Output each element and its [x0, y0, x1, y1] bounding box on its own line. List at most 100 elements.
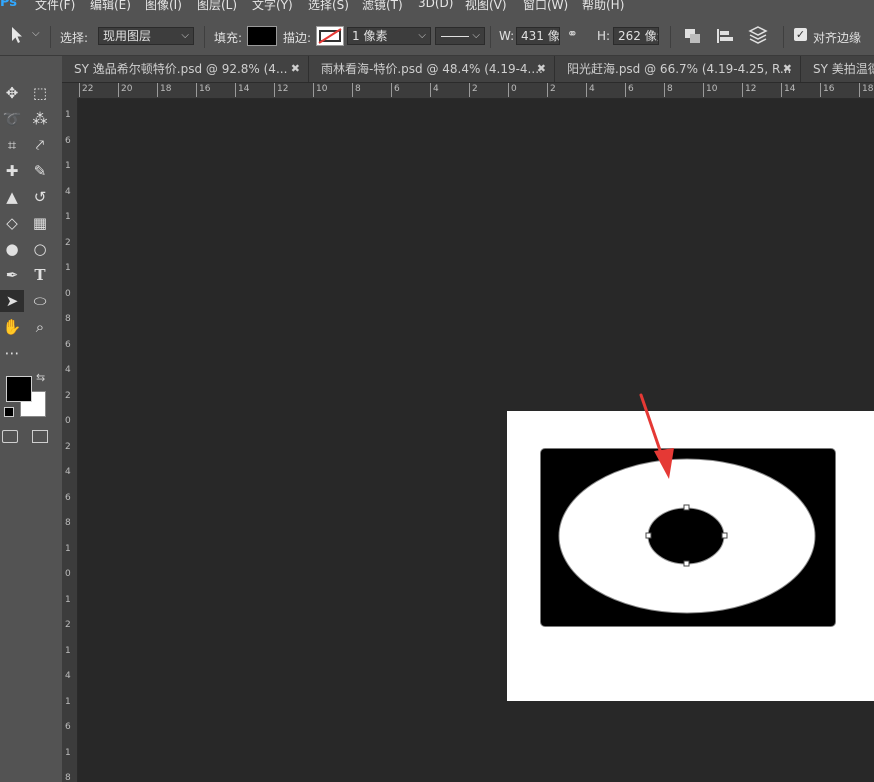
- more-tools-icon[interactable]: ⋯: [0, 342, 24, 364]
- gradient-tool-icon[interactable]: ▦: [28, 212, 52, 234]
- ruler-number: 16: [823, 84, 835, 94]
- divider: [490, 26, 491, 48]
- ruler-tick: [742, 83, 743, 97]
- eraser-tool-icon[interactable]: ◇: [0, 212, 24, 234]
- path-operations-icon[interactable]: [684, 28, 702, 47]
- vertical-ruler[interactable]: 161412108642024681012141618: [62, 98, 78, 782]
- select-target-dropdown[interactable]: 现用图层 ⌵: [98, 27, 194, 45]
- brush-tool-icon[interactable]: ✎: [28, 160, 52, 182]
- width-value: 431 像素: [521, 29, 560, 43]
- ruler-number: 8: [355, 84, 361, 94]
- width-field[interactable]: 431 像素: [516, 27, 560, 45]
- path-arrangement-icon[interactable]: [748, 25, 768, 48]
- ruler-number: 6: [628, 84, 634, 94]
- horizontal-ruler[interactable]: 22 20 18 16 14 12 10 8 6 4 2 0 2 4 6 8 10 12 14 16 18: [62, 83, 874, 99]
- canvas-area[interactable]: [78, 99, 874, 782]
- menu-help[interactable]: 帮助(H): [582, 0, 624, 13]
- fill-label: 填充:: [214, 31, 243, 45]
- menu-layer[interactable]: 图层(L): [197, 0, 237, 13]
- ruler-number: 1: [65, 594, 71, 605]
- stamp-tool-icon[interactable]: ▲: [0, 186, 24, 208]
- height-field[interactable]: 262 像素: [613, 27, 659, 45]
- ruler-tick: [547, 83, 548, 97]
- ruler-number: 16: [199, 84, 211, 94]
- menu-3d[interactable]: 3D(D): [418, 0, 453, 10]
- ruler-number: 4: [65, 467, 71, 477]
- healing-tool-icon[interactable]: ✚: [0, 160, 24, 182]
- path-alignment-icon[interactable]: [716, 28, 734, 47]
- ruler-number: 8: [667, 84, 673, 94]
- ruler-number: 0: [511, 84, 517, 94]
- dodge-tool-icon[interactable]: ○: [28, 238, 52, 260]
- stroke-line-icon: [441, 36, 469, 37]
- move-tool-icon[interactable]: ✥: [0, 82, 24, 104]
- menu-type[interactable]: 文字(Y): [252, 0, 293, 13]
- blur-tool-icon[interactable]: ●: [0, 238, 24, 260]
- default-colors-icon[interactable]: [4, 407, 14, 417]
- close-icon[interactable]: ✖: [291, 56, 300, 82]
- menu-edit[interactable]: 编辑(E): [90, 0, 131, 13]
- chevron-down-icon[interactable]: ⌵: [32, 28, 40, 39]
- ruler-tick: [625, 83, 626, 97]
- hand-tool-icon[interactable]: ✋: [0, 316, 24, 338]
- ruler-tick: [820, 83, 821, 97]
- path-select-tool-icon[interactable]: [10, 26, 24, 47]
- lasso-tool-icon[interactable]: ➰: [0, 108, 24, 130]
- ruler-number: 2: [65, 620, 71, 630]
- ruler-tick: [469, 83, 470, 97]
- height-value: 262 像素: [618, 29, 658, 43]
- ruler-number: 10: [706, 84, 718, 94]
- ellipse-tool-icon[interactable]: ⬭: [28, 290, 52, 312]
- crop-tool-icon[interactable]: ⌗: [0, 134, 24, 156]
- document-tab[interactable]: SY 逸品希尔顿特价.psd @ 92.8% (4... ✖: [62, 56, 309, 82]
- ruler-number: 6: [394, 84, 400, 94]
- quick-mask-icon[interactable]: [2, 430, 18, 443]
- fill-color-swatch[interactable]: [247, 26, 277, 46]
- ruler-number: 20: [121, 84, 133, 94]
- menu-window[interactable]: 窗口(W): [523, 0, 568, 13]
- history-brush-tool-icon[interactable]: ↺: [28, 186, 52, 208]
- menu-file[interactable]: 文件(F): [35, 0, 75, 13]
- stroke-color-swatch[interactable]: [316, 26, 344, 46]
- menu-image[interactable]: 图像(I): [145, 0, 182, 13]
- close-icon[interactable]: ✖: [783, 56, 792, 82]
- ruler-tick: [664, 83, 665, 97]
- document-tabs: SY 逸品希尔顿特价.psd @ 92.8% (4... ✖ 雨林看海-特价.p…: [62, 56, 874, 83]
- path-select-tool-icon[interactable]: ➤: [0, 290, 24, 312]
- document-tab[interactable]: SY 美拍温德...: [801, 56, 874, 82]
- close-icon[interactable]: ✖: [537, 56, 546, 82]
- menu-select[interactable]: 选择(S): [308, 0, 349, 13]
- menu-filter[interactable]: 滤镜(T): [362, 0, 403, 13]
- ruler-number: 6: [65, 492, 71, 503]
- stroke-width-dropdown[interactable]: 1 像素 ⌵: [347, 27, 431, 45]
- quick-select-tool-icon[interactable]: ⁂: [28, 108, 52, 130]
- ruler-tick: [118, 83, 119, 97]
- ruler-number: 1: [65, 543, 71, 554]
- marquee-tool-icon[interactable]: ⬚: [28, 82, 52, 104]
- tab-label: SY 逸品希尔顿特价.psd @ 92.8% (4...: [74, 62, 288, 76]
- zoom-tool-icon[interactable]: ⌕: [28, 316, 52, 338]
- ruler-number: 4: [65, 671, 71, 681]
- screen-mode-icon[interactable]: [32, 430, 48, 443]
- ruler-tick: [352, 83, 353, 97]
- menu-view[interactable]: 视图(V): [465, 0, 507, 13]
- chevron-down-icon: ⌵: [418, 30, 426, 41]
- stroke-type-dropdown[interactable]: ⌵: [435, 27, 485, 45]
- document-tab[interactable]: 阳光赶海.psd @ 66.7% (4.19-4.25, R... ✖: [555, 56, 801, 82]
- ruler-number: 2: [65, 441, 71, 452]
- tools-panel: ✥ ⬚ ➰ ⁂ ⌗ ⤤ ✚ ✎ ▲ ↺ ◇ ▦ ● ○ ✒ T ➤ ⬭ ✋ ⌕ …: [0, 56, 63, 782]
- ring-shape[interactable]: [558, 457, 818, 615]
- ruler-number: 2: [65, 237, 71, 248]
- align-edges-checkbox[interactable]: ✓: [794, 28, 807, 41]
- ruler-tick: [586, 83, 587, 97]
- foreground-color-swatch[interactable]: [6, 376, 32, 402]
- pen-tool-icon[interactable]: ✒: [0, 264, 24, 286]
- swap-colors-icon[interactable]: ⇆: [36, 371, 45, 384]
- ruler-number: 2: [472, 84, 478, 94]
- type-tool-icon[interactable]: T: [28, 264, 52, 286]
- divider: [50, 26, 51, 48]
- eyedropper-tool-icon[interactable]: ⤤: [28, 134, 52, 156]
- link-icon[interactable]: ⚭: [567, 27, 578, 42]
- document-tab[interactable]: 雨林看海-特价.psd @ 48.4% (4.19-4.... ✖: [309, 56, 555, 82]
- divider: [670, 26, 671, 48]
